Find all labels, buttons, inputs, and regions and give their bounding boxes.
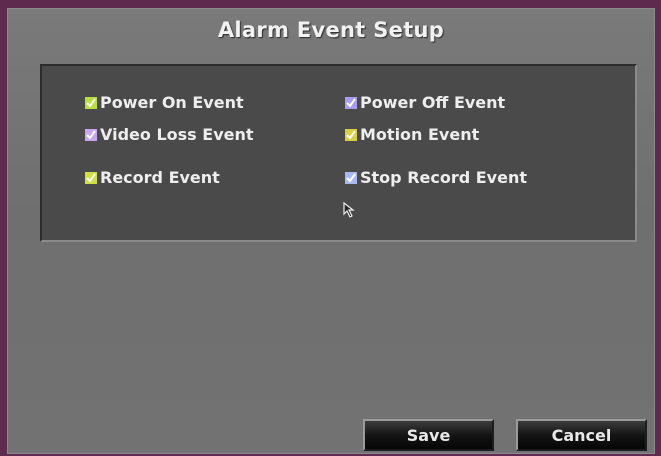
save-button[interactable]: Save bbox=[363, 419, 494, 451]
screen-background: Alarm Event Setup Power On Event Video L… bbox=[0, 0, 661, 456]
record-event-option[interactable]: Record Event bbox=[85, 168, 220, 187]
event-label: Power On Event bbox=[100, 93, 244, 112]
checkbox-checked-icon[interactable] bbox=[345, 171, 357, 184]
checkbox-checked-icon[interactable] bbox=[85, 128, 97, 141]
motion-event-option[interactable]: Motion Event bbox=[345, 125, 479, 144]
checkbox-checked-icon[interactable] bbox=[85, 171, 97, 184]
event-options-panel: Power On Event Video Loss Event Record E… bbox=[40, 64, 637, 242]
video-loss-event-option[interactable]: Video Loss Event bbox=[85, 125, 254, 144]
alarm-event-setup-dialog: Alarm Event Setup Power On Event Video L… bbox=[7, 8, 655, 454]
stop-record-event-option[interactable]: Stop Record Event bbox=[345, 168, 527, 187]
event-label: Video Loss Event bbox=[100, 125, 254, 144]
event-label: Power Off Event bbox=[360, 93, 506, 112]
checkbox-checked-icon[interactable] bbox=[85, 96, 97, 109]
checkbox-checked-icon[interactable] bbox=[345, 96, 357, 109]
dialog-title: Alarm Event Setup bbox=[217, 18, 445, 42]
event-label: Motion Event bbox=[360, 125, 480, 144]
checkbox-checked-icon[interactable] bbox=[345, 128, 357, 141]
event-label: Stop Record Event bbox=[360, 168, 527, 187]
power-on-event-option[interactable]: Power On Event bbox=[85, 93, 244, 112]
cancel-button[interactable]: Cancel bbox=[516, 419, 647, 451]
mouse-pointer-icon bbox=[343, 201, 361, 225]
power-off-event-option[interactable]: Power Off Event bbox=[345, 93, 505, 112]
event-label: Record Event bbox=[100, 168, 220, 187]
